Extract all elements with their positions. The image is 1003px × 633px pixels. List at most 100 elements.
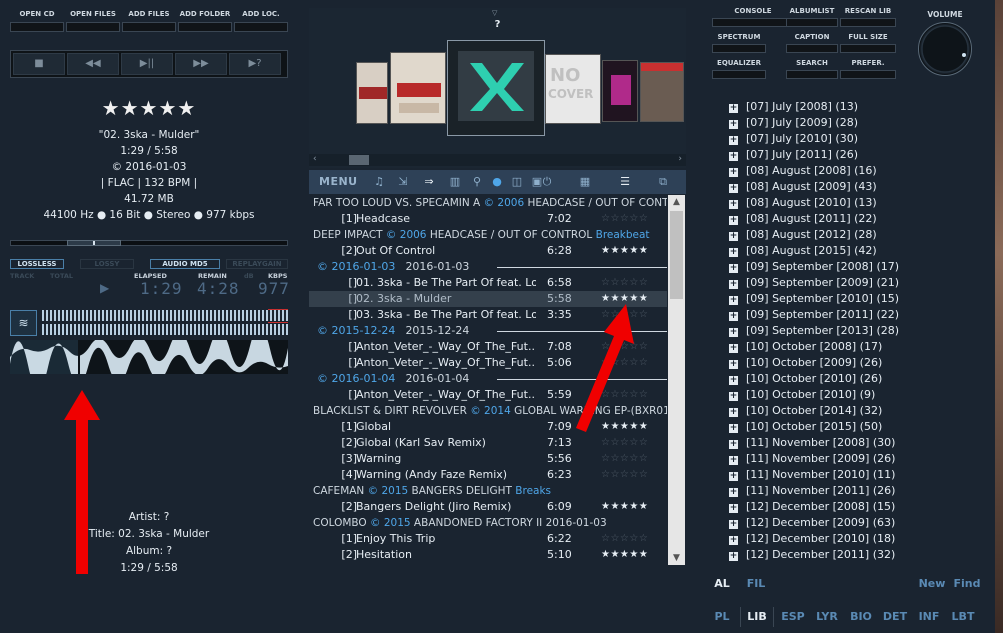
track-rating[interactable]: ☆☆☆☆☆ — [601, 275, 648, 291]
expand-icon[interactable]: + — [729, 376, 738, 385]
playlist-track[interactable]: [2] Out Of Control 6:28 ★★★★★ — [309, 243, 667, 259]
library-node[interactable]: + [10] October [2008] (17) — [729, 339, 882, 355]
expand-icon[interactable]: + — [729, 104, 738, 113]
library-node[interactable]: + [08] August [2009] (43) — [729, 179, 877, 195]
spectrum-button[interactable]: SPECTRUM — [712, 32, 766, 54]
open-cd-button[interactable]: OPEN CD — [10, 8, 64, 34]
album-cover-broken[interactable] — [390, 52, 446, 124]
playlist-track[interactable]: [2] Global (Karl Sav Remix) 7:13 ☆☆☆☆☆ — [309, 435, 667, 451]
tab-find[interactable]: Find — [952, 577, 982, 590]
library-node[interactable]: + [07] July [2010] (30) — [729, 131, 858, 147]
add-folder-button[interactable]: ADD FOLDER — [178, 8, 232, 34]
expand-icon[interactable]: + — [729, 264, 738, 273]
tab-det[interactable]: DET — [880, 610, 910, 623]
library-node[interactable]: + [10] October [2015] (50) — [729, 419, 882, 435]
globe-icon[interactable]: ● — [489, 174, 505, 190]
expand-icon[interactable]: + — [729, 216, 738, 225]
expand-icon[interactable]: + — [729, 184, 738, 193]
visualizer-toggle-button[interactable]: ≋ — [10, 310, 37, 336]
rating-stars[interactable]: ★★★★★ — [0, 96, 298, 120]
track-rating[interactable]: ☆☆☆☆☆ — [601, 467, 648, 483]
playback-order-icon[interactable]: ⇒ — [419, 174, 439, 190]
playlist-track[interactable]: [] 01. 3ska - Be The Part Of feat. Lo... 6… — [309, 275, 667, 291]
library-node[interactable]: + [08] August [2015] (42) — [729, 243, 877, 259]
library-node[interactable]: + [11] November [2011] (26) — [729, 483, 895, 499]
open-files-button[interactable]: OPEN FILES — [66, 8, 120, 34]
playlist-group-header[interactable]: CAFEMAN © 2015 BANGERS DELIGHT Breaks — [309, 483, 667, 499]
preferences-button[interactable]: PREFER. — [840, 58, 896, 80]
next-button[interactable]: ▶▶ — [175, 53, 227, 75]
playlist-group-header[interactable]: COLOMBO © 2015 ABANDONED FACTORY II 2016… — [309, 515, 667, 531]
columns-icon[interactable]: ▦ — [577, 174, 593, 190]
volume-knob[interactable] — [918, 22, 972, 76]
tab-lbt[interactable]: LBT — [948, 610, 978, 623]
playlist-track[interactable]: [1] Headcase 7:02 ☆☆☆☆☆ — [309, 211, 667, 227]
expand-icon[interactable]: + — [729, 312, 738, 321]
equalizer-button[interactable]: EQUALIZER — [712, 58, 766, 80]
expand-icon[interactable]: + — [729, 536, 738, 545]
track-rating[interactable]: ☆☆☆☆☆ — [601, 435, 648, 451]
pin-icon[interactable]: ⚲ — [469, 174, 485, 190]
library-node[interactable]: + [10] October [2010] (26) — [729, 371, 882, 387]
album-cover-no-cover[interactable]: NO COVER — [545, 54, 601, 124]
track-rating[interactable]: ☆☆☆☆☆ — [601, 531, 648, 547]
album-cover-far-left[interactable] — [356, 62, 388, 124]
cover-flow-scrollbar[interactable]: ‹ › — [309, 154, 686, 166]
expand-icon[interactable]: + — [729, 168, 738, 177]
list-view-icon[interactable]: ☰ — [617, 174, 633, 190]
library-node[interactable]: + [12] December [2011] (32) — [729, 547, 895, 563]
library-node[interactable]: + [10] October [2009] (26) — [729, 355, 882, 371]
library-node[interactable]: + [07] July [2009] (28) — [729, 115, 858, 131]
tab-lyr[interactable]: LYR — [812, 610, 842, 623]
expand-icon[interactable]: + — [729, 552, 738, 561]
playlist-track[interactable]: [1] Enjoy This Trip 6:22 ☆☆☆☆☆ — [309, 531, 667, 547]
tab-pl[interactable]: PL — [708, 610, 736, 623]
tab-lib[interactable]: LIB — [740, 607, 774, 627]
expand-icon[interactable]: + — [729, 120, 738, 129]
expand-icon[interactable]: + — [729, 200, 738, 209]
library-node[interactable]: + [10] October [2014] (32) — [729, 403, 882, 419]
track-rating[interactable]: ☆☆☆☆☆ — [601, 211, 648, 227]
full-size-button[interactable]: FULL SIZE — [840, 32, 896, 54]
add-files-button[interactable]: ADD FILES — [122, 8, 176, 34]
playlist-scrollbar[interactable]: ▲ ▼ — [668, 195, 685, 565]
library-node[interactable]: + [11] November [2009] (26) — [729, 451, 895, 467]
track-rating[interactable]: ★★★★★ — [601, 243, 648, 259]
album-cover-factory[interactable] — [640, 62, 684, 122]
music-note-icon[interactable]: ♫ — [371, 174, 387, 190]
tab-new[interactable]: New — [917, 577, 947, 590]
track-rating[interactable]: ☆☆☆☆☆ — [601, 451, 648, 467]
rescan-lib-button[interactable]: RESCAN LIB — [840, 6, 896, 28]
album-cover-current[interactable] — [447, 40, 545, 136]
expand-icon[interactable]: + — [729, 328, 738, 337]
library-node[interactable]: + [11] November [2008] (30) — [729, 435, 895, 451]
library-node[interactable]: + [08] August [2012] (28) — [729, 227, 877, 243]
expand-icon[interactable]: + — [729, 520, 738, 529]
library-node[interactable]: + [09] September [2009] (21) — [729, 275, 899, 291]
playlist-track[interactable]: [2] Hesitation 5:10 ★★★★★ — [309, 547, 667, 563]
expand-icon[interactable]: + — [729, 152, 738, 161]
scroll-down-icon[interactable]: ▼ — [668, 551, 685, 565]
track-rating[interactable]: ★★★★★ — [601, 547, 648, 563]
track-rating[interactable]: ★★★★★ — [601, 499, 648, 515]
library-node[interactable]: + [07] July [2008] (13) — [729, 99, 858, 115]
expand-icon[interactable]: + — [729, 248, 738, 257]
albumlist-button[interactable]: ALBUMLIST — [786, 6, 838, 28]
expand-icon[interactable]: + — [729, 136, 738, 145]
library-node[interactable]: + [12] December [2009] (63) — [729, 515, 895, 531]
window-icon[interactable]: ◫ — [509, 174, 525, 190]
library-node[interactable]: + [09] September [2011] (22) — [729, 307, 899, 323]
waveform-seekbar[interactable] — [10, 340, 288, 374]
library-node[interactable]: + [08] August [2011] (22) — [729, 211, 877, 227]
library-node[interactable]: + [09] September [2010] (15) — [729, 291, 899, 307]
tab-al[interactable]: AL — [712, 577, 732, 590]
library-node[interactable]: + [09] September [2008] (17) — [729, 259, 899, 275]
expand-icon[interactable]: + — [729, 392, 738, 401]
expand-icon[interactable]: + — [729, 232, 738, 241]
collapse-chevron-icon[interactable]: ▽ — [492, 9, 497, 17]
expand-icon[interactable]: + — [729, 280, 738, 289]
popout-icon[interactable]: ⧉ — [655, 174, 671, 190]
expand-icon[interactable]: + — [729, 456, 738, 465]
library-node[interactable]: + [09] September [2013] (28) — [729, 323, 899, 339]
expand-icon[interactable]: + — [729, 408, 738, 417]
